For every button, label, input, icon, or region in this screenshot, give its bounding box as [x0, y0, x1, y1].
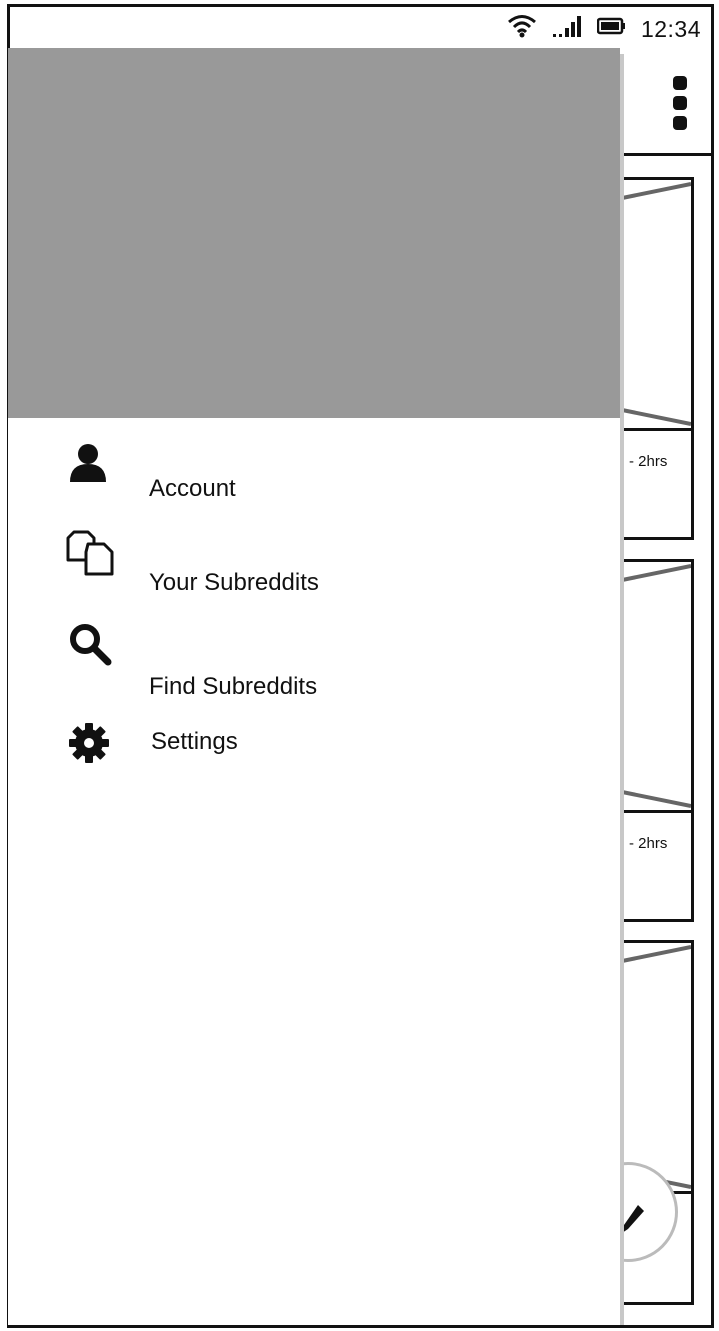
- gear-icon: [68, 722, 110, 769]
- drawer-item-label: Account: [149, 475, 236, 502]
- drawer-item-label: Find Subreddits: [149, 673, 318, 700]
- status-time: 12:34: [640, 15, 701, 42]
- drawer-item-account[interactable]: Account: [8, 438, 620, 518]
- signal-icon: [551, 14, 583, 44]
- status-bar: 12:34: [10, 7, 711, 51]
- post-time: - 2hrs: [629, 835, 668, 852]
- copy-icon: [66, 528, 116, 581]
- navigation-drawer: Account Your Subreddits Find Subreddits: [8, 48, 620, 1325]
- search-icon: [68, 622, 112, 671]
- device-frame-bottom: [7, 1325, 714, 1328]
- battery-icon: [596, 16, 627, 42]
- drawer-item-your-subreddits[interactable]: Your Subreddits: [8, 528, 620, 608]
- drawer-header: [8, 48, 620, 418]
- drawer-edge-shadow: [620, 54, 624, 1325]
- person-icon: [68, 442, 108, 487]
- post-time: - 2hrs: [629, 453, 668, 470]
- drawer-item-label: Your Subreddits: [149, 569, 319, 596]
- drawer-item-label: Settings: [151, 728, 238, 755]
- wifi-icon: [507, 14, 537, 44]
- overflow-menu-icon[interactable]: [670, 76, 690, 132]
- drawer-item-settings[interactable]: Settings: [8, 720, 620, 800]
- drawer-item-find-subreddits[interactable]: Find Subreddits: [8, 620, 620, 700]
